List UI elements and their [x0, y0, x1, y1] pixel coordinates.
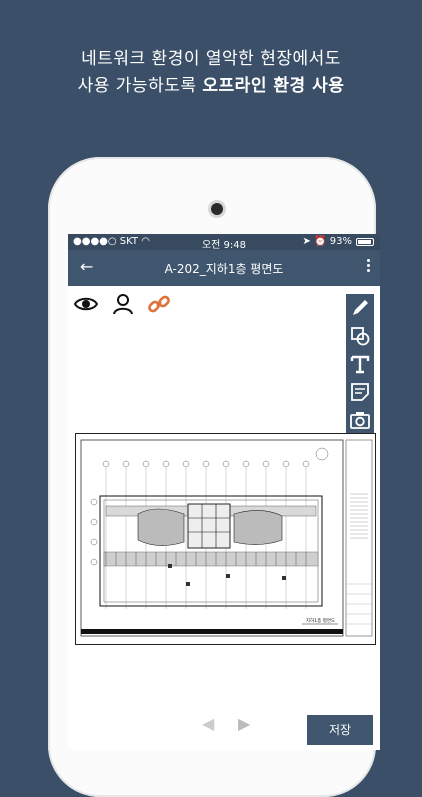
link-icon[interactable] [147, 292, 171, 316]
headline-line1: 네트워크 환경이 열악한 현장에서도 [81, 49, 341, 69]
more-vert-icon[interactable] [367, 259, 371, 274]
location-icon: ➤ [302, 236, 311, 247]
headline-line2-text: 사용 가능하도록 [77, 76, 203, 96]
eye-icon[interactable] [74, 292, 98, 316]
drawing-title: 지하1층 평면도 [306, 617, 335, 624]
status-bar: ●●●●○ SKT ◠ 오전 9:48 ➤ ⏰ 93% [68, 234, 380, 251]
document-title: A-202_지하1층 평면도 [164, 262, 284, 276]
headline-line2: 사용 가능하도록 오프라인 환경 사용 [0, 73, 422, 100]
battery-fill [358, 240, 372, 244]
floor-plan-image: 지하1층 평면도 [80, 439, 373, 637]
battery-percent: 93% [329, 236, 352, 247]
next-page-icon[interactable]: ▶ [238, 714, 250, 733]
pencil-icon[interactable] [348, 296, 372, 320]
status-right: ➤ ⏰ 93% [303, 236, 352, 247]
camera-icon[interactable] [348, 408, 372, 432]
camera-icon [211, 203, 223, 215]
alarm-icon: ⏰ [314, 236, 327, 247]
shapes-icon[interactable] [348, 324, 372, 348]
headline-line2-bold: 오프라인 환경 사용 [202, 76, 345, 96]
app-screen: ●●●●○ SKT ◠ 오전 9:48 ➤ ⏰ 93% ← A-202_지하1층… [68, 234, 380, 750]
prev-page-icon[interactable]: ◀ [202, 714, 214, 733]
app-bar: ← A-202_지하1층 평면도 [68, 250, 380, 286]
promo-headline: 네트워크 환경이 열악한 현장에서도 사용 가능하도록 오프라인 환경 사용 [0, 46, 422, 100]
floor-plan-drawing[interactable]: 지하1층 평면도 [75, 433, 376, 645]
user-icon[interactable] [111, 292, 135, 316]
back-arrow-icon[interactable]: ← [80, 257, 93, 276]
text-icon[interactable] [348, 352, 372, 376]
save-button[interactable]: 저장 [307, 715, 373, 745]
memo-icon[interactable] [348, 380, 372, 404]
battery-icon [356, 238, 374, 246]
